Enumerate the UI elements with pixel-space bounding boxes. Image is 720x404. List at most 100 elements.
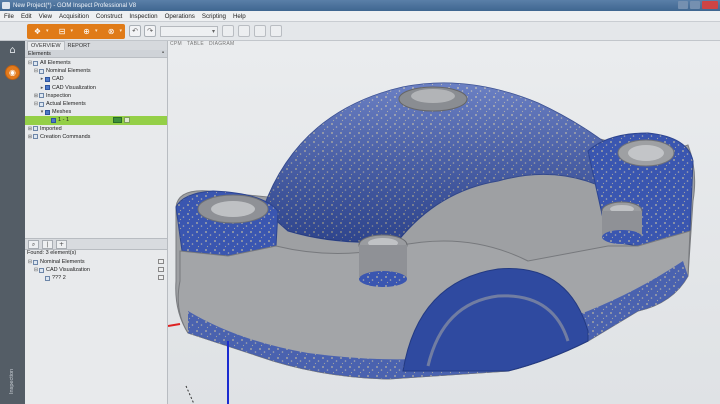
tree-item[interactable]: 1 - 1 [25, 116, 167, 125]
primary-tool-group: ❖ ▾ ⊟ ▾ ⊕ ▾ ⊗ ▾ [27, 23, 126, 39]
tool-button[interactable] [238, 25, 251, 37]
tree-item[interactable]: ⊞ Inspection [25, 92, 167, 100]
search-icon[interactable]: ⌕ [28, 239, 39, 249]
result-item-label: CAD Visualization [46, 267, 90, 273]
measure-icon[interactable]: ⊟ [55, 26, 70, 37]
tree-item[interactable]: ⊟ Nominal Elements [25, 67, 167, 75]
folder-icon [39, 93, 44, 99]
menu-inspection[interactable]: Inspection [129, 13, 157, 20]
undo-icon[interactable]: ↶ [129, 25, 142, 37]
filter-icon[interactable]: ∣ [42, 239, 53, 249]
result-item[interactable]: ⊟ CAD Visualization [25, 266, 167, 274]
folder-icon [39, 101, 44, 107]
tree-item-label: CAD Visualization [52, 84, 96, 91]
result-item-label: ??? 2 [52, 275, 66, 281]
visibility-icon[interactable] [158, 275, 164, 280]
chevron-down-icon[interactable]: ▾ [46, 28, 49, 34]
tree-item[interactable]: ▸ CAD Visualization [25, 84, 167, 92]
chevron-down-icon[interactable]: ▾ [95, 28, 98, 34]
menu-acquisition[interactable]: Acquisition [59, 13, 89, 20]
view-tool-group [222, 25, 283, 37]
panel-tabs: OVERVIEW REPORT [25, 41, 167, 50]
title-bar: New Project(*) - GOM Inspect Professiona… [0, 0, 720, 11]
add-icon[interactable]: + [56, 239, 67, 249]
menu-construct[interactable]: Construct [96, 13, 122, 20]
workspace-label: Inspection [1, 356, 23, 396]
folder-icon [45, 85, 50, 91]
cube-icon[interactable]: ❖ [30, 26, 45, 37]
history-tool-group: ↶ ↷ [129, 25, 157, 37]
tree-item[interactable]: ⊞ Creation Commands [25, 133, 167, 141]
folder-icon [45, 109, 50, 115]
close-button[interactable] [702, 1, 718, 9]
tree-item[interactable]: ⊟ All Elements [25, 59, 167, 67]
tree-item-label: Nominal Elements [46, 68, 91, 75]
tree-item[interactable]: ⊞ Imported [25, 125, 167, 133]
tree-empty-space [25, 205, 167, 238]
tree-item-label: CAD [52, 76, 64, 83]
tool-button[interactable] [270, 25, 283, 37]
app-icon [2, 2, 10, 9]
tree-item-label: Inspection [46, 92, 72, 99]
menu-edit[interactable]: Edit [21, 13, 32, 20]
result-item[interactable]: ??? 2 [25, 274, 167, 282]
tree-item-label: All Elements [40, 60, 71, 67]
main-toolbar: ❖ ▾ ⊟ ▾ ⊕ ▾ ⊗ ▾ ↶ ↷ [0, 22, 720, 41]
menu-scripting[interactable]: Scripting [202, 13, 226, 20]
visibility-icon[interactable] [124, 117, 130, 124]
tree-item[interactable]: ▸ CAD [25, 75, 167, 83]
home-icon[interactable]: ⌂ [7, 46, 18, 56]
window-title: New Project(*) - GOM Inspect Professiona… [13, 2, 137, 9]
workspace-label-text: Inspection [9, 368, 15, 394]
folder-icon [45, 76, 50, 82]
minimize-button[interactable] [678, 1, 688, 9]
menu-view[interactable]: View [39, 13, 52, 20]
tree-item[interactable]: ⊟ Actual Elements [25, 100, 167, 108]
element-tree: ⊟ All Elements ⊟ Nominal Elements ▸ CAD ▸ CAD V… [25, 58, 167, 141]
tree-item[interactable]: ▾ Meshes [25, 108, 167, 116]
tab-overview[interactable]: OVERVIEW [27, 41, 65, 50]
axis-x [168, 323, 181, 327]
tab-report[interactable]: REPORT [65, 42, 94, 50]
visibility-icon[interactable] [158, 259, 164, 264]
stage-select[interactable] [160, 25, 219, 37]
import-icon[interactable]: ⊕ [79, 26, 94, 37]
scanned-part-render[interactable] [168, 41, 720, 404]
explorer-panel: OVERVIEW REPORT Elements ▪ ⊟ All Elements… [25, 41, 168, 404]
pin-icon[interactable]: ▪ [162, 50, 164, 56]
menu-operations[interactable]: Operations [165, 13, 195, 20]
folder-icon [33, 60, 38, 66]
chevron-down-icon[interactable]: ▾ [71, 28, 74, 34]
tool-button[interactable] [222, 25, 235, 37]
search-results: Found: 3 element(s) ⊟ Nominal Elements ⊟ CA… [25, 250, 167, 282]
tool-button[interactable] [254, 25, 267, 37]
tree-item-label: Meshes [52, 109, 72, 116]
3d-viewport[interactable]: CPM TABLE DIAGRAM [168, 41, 720, 404]
folder-icon [51, 117, 56, 123]
folder-icon [33, 134, 38, 140]
elements-header: Elements ▪ [25, 50, 167, 58]
result-item[interactable]: ⊟ Nominal Elements [25, 258, 167, 266]
tree-item-label: Actual Elements [46, 101, 86, 108]
tree-item-label: 1 - 1 [58, 117, 70, 124]
visibility-icon[interactable] [158, 267, 164, 272]
workspace-inspection-icon[interactable]: ◉ [5, 65, 20, 80]
tree-item-label: Imported [40, 125, 62, 132]
folder-icon [39, 267, 44, 273]
elements-title: Elements [28, 50, 51, 57]
redo-icon[interactable]: ↷ [144, 25, 157, 37]
folder-icon [39, 68, 44, 74]
menu-file[interactable]: File [4, 13, 14, 20]
menu-bar: File Edit View Acquisition Construct Ins… [0, 11, 720, 22]
found-count: Found: 3 element(s) [27, 250, 77, 256]
workspace-strip: ⌂ ◉ Inspection [0, 41, 25, 404]
folder-icon [33, 126, 38, 132]
result-item-label: Nominal Elements [40, 259, 85, 265]
search-toolbar: ⌕ ∣ + [25, 238, 167, 250]
folder-icon [33, 259, 38, 265]
chevron-down-icon[interactable]: ▾ [120, 28, 123, 34]
maximize-button[interactable] [690, 1, 700, 9]
menu-help[interactable]: Help [233, 13, 246, 20]
mesh-status-icon [113, 117, 122, 124]
inspect-icon[interactable]: ⊗ [104, 26, 119, 37]
